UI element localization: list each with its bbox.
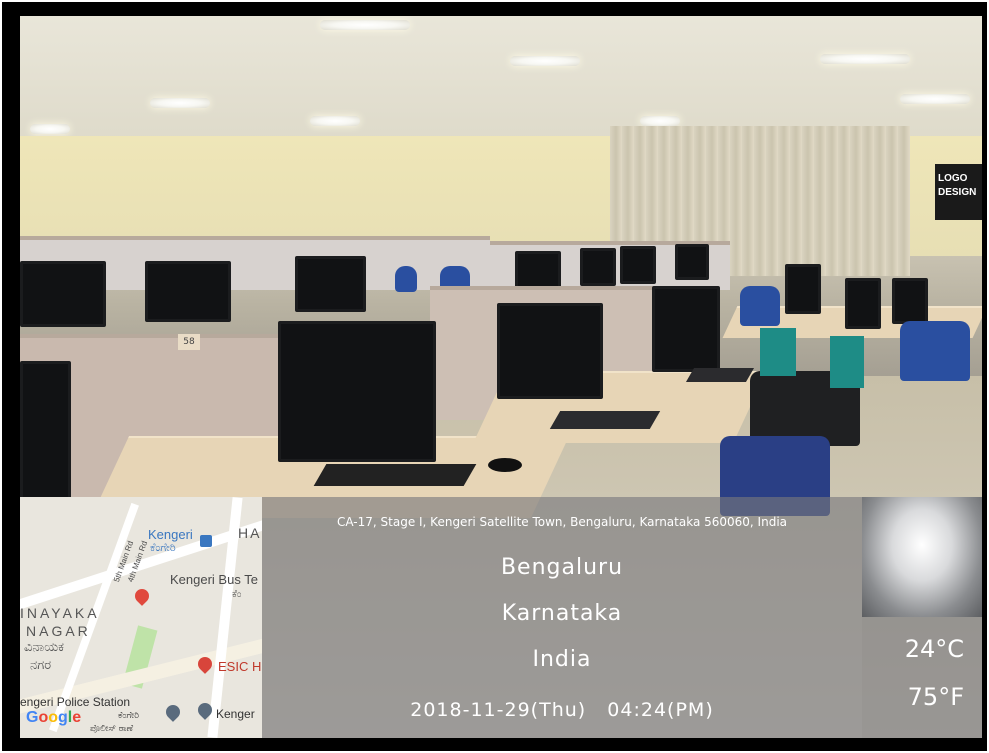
train-station-icon [200, 535, 212, 547]
address-text: CA-17, Stage I, Kengeri Satellite Town, … [336, 515, 788, 529]
location-pin-icon [132, 586, 152, 606]
map-label-ha: HA [238, 525, 262, 541]
map-label-bus-terminal: Kengeri Bus Te [170, 572, 258, 587]
wall-sign: LOGO DESIGN [935, 164, 982, 220]
monitor [278, 321, 436, 462]
map-label-vinayaka: INAYAKA [20, 605, 100, 621]
mouse [488, 458, 522, 472]
police-pin-icon [163, 702, 183, 722]
map-label-police-kn: ಕೆಂಗೇರಿ [118, 710, 139, 720]
ceiling-light [150, 98, 210, 108]
map-label-kengeri-kn: ಕೆಂಗೇರಿ [150, 542, 176, 554]
monitor [892, 278, 928, 324]
ceiling-light [900, 94, 970, 104]
ceiling-light [30, 124, 70, 134]
office-chair [395, 266, 417, 292]
monitor [295, 256, 366, 312]
country-text: India [532, 647, 592, 672]
desk-leg [760, 328, 796, 376]
keyboard [313, 464, 477, 486]
map-label-bus-terminal-kn: ಕೆಂ [232, 589, 242, 600]
map-label-nagar-kn: ನಗರ [30, 657, 52, 672]
geotag-overlay: Kengeri ಕೆಂಗೇರಿ HA 5th Main Rd 4th Main … [20, 497, 982, 738]
monitor [675, 244, 709, 280]
google-logo: Google [26, 709, 82, 726]
monitor [652, 286, 720, 372]
datetime-text: 2018-11-29(Thu) 04:24(PM) [410, 699, 714, 721]
monitor [620, 246, 656, 284]
location-info-panel: CA-17, Stage I, Kengeri Satellite Town, … [262, 497, 862, 738]
temperature-fahrenheit: 75°F [907, 683, 964, 711]
monitor [20, 261, 106, 327]
state-text: Karnataka [501, 601, 623, 626]
map-label-nagar: NAGAR [26, 623, 91, 639]
weather-panel: 24°C 75°F [862, 497, 982, 738]
monitor [497, 303, 603, 399]
map-label-police: engeri Police Station [20, 695, 131, 709]
city-text: Bengaluru [500, 555, 624, 580]
monitor [580, 248, 616, 286]
ceiling-light [640, 116, 680, 126]
map-label-police-kn-2: ಪೊಲೀಸ್ ಠಾಣೆ [90, 723, 134, 733]
office-chair [740, 286, 780, 326]
monitor [20, 361, 71, 517]
map-label-kengeri: Kengeri [148, 527, 193, 542]
desk-number-tag: 58 [178, 334, 200, 350]
ceiling-light [510, 56, 580, 66]
location-map: Kengeri ಕೆಂಗೇರಿ HA 5th Main Rd 4th Main … [20, 497, 262, 738]
map-label-kenger: Kenger [216, 707, 255, 721]
monitor [145, 261, 231, 322]
keyboard [685, 368, 755, 382]
ceiling-light [310, 116, 360, 126]
monitor [785, 264, 821, 314]
map-label-esic: ESIC H [218, 659, 262, 674]
map-label-vinayaka-kn: ವಿನಾಯಕ [24, 639, 64, 654]
ceiling-light [320, 20, 410, 30]
cloudy-weather-icon [862, 497, 982, 617]
keyboard [549, 411, 661, 429]
office-chair [900, 321, 970, 381]
temperature-celsius: 24°C [904, 635, 964, 663]
monitor [845, 278, 881, 329]
ceiling-light [820, 54, 910, 64]
desk-leg [830, 336, 864, 388]
